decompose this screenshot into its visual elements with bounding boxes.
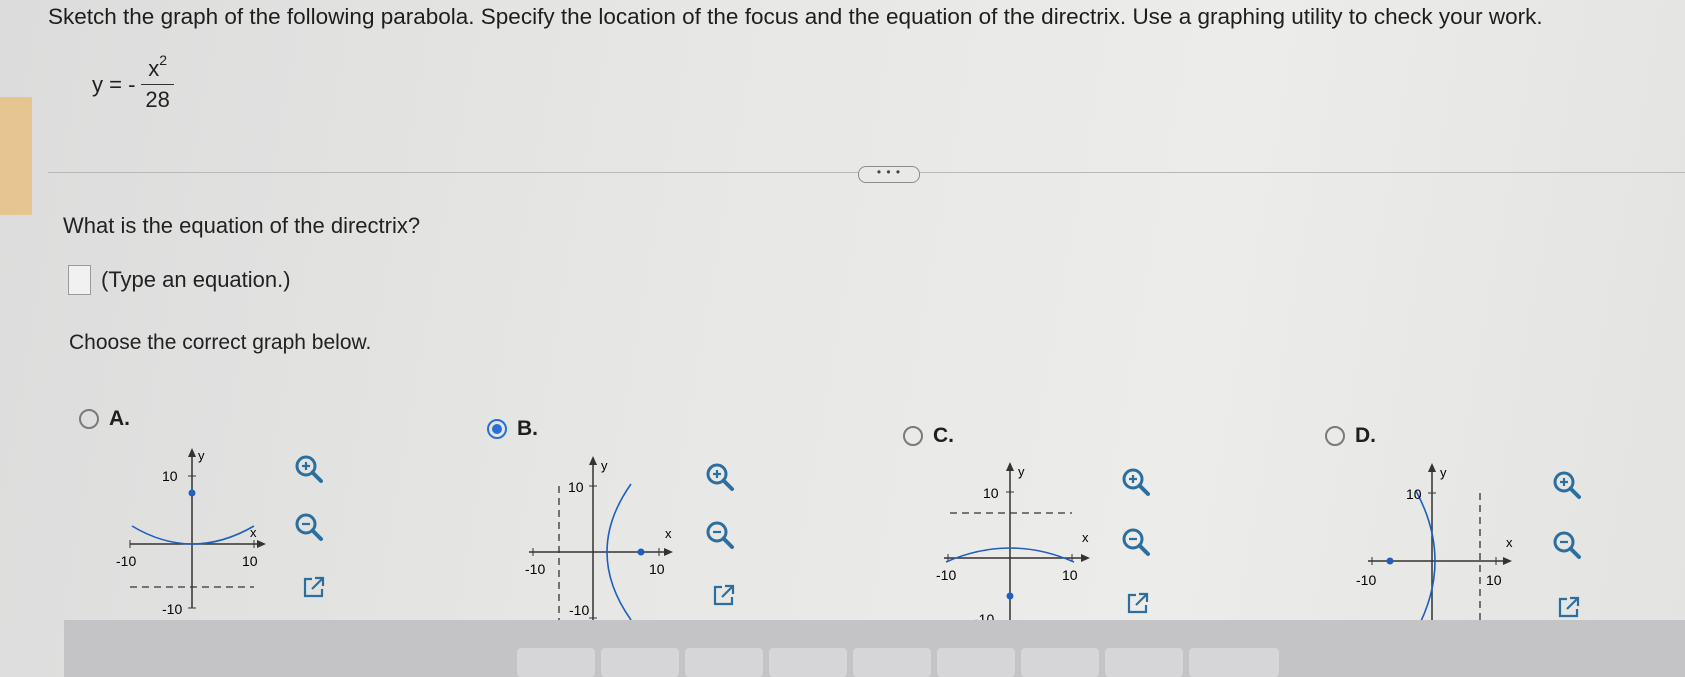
toolbar-button-4[interactable] xyxy=(769,648,847,677)
toolbar-button-3[interactable] xyxy=(685,648,763,677)
zoom-in-icon[interactable] xyxy=(1550,468,1584,502)
option-c-label: C. xyxy=(933,424,954,447)
graph-option-d: y x 10 -10 10 -10 xyxy=(1356,463,1513,634)
directrix-prompt: What is the equation of the directrix? xyxy=(63,213,421,238)
question-text: Sketch the graph of the following parabo… xyxy=(48,4,1543,29)
radio-option-d[interactable] xyxy=(1325,426,1345,446)
graph-prompt: Choose the correct graph below. xyxy=(69,331,372,354)
tick-label-x-neg: -10 xyxy=(936,567,956,583)
toolbar-button-9[interactable] xyxy=(1189,648,1279,677)
tick-label-x-neg: -10 xyxy=(1356,572,1376,588)
option-d-label: D. xyxy=(1355,424,1376,447)
tick-label-x-pos: 10 xyxy=(1062,567,1078,583)
radio-option-b[interactable] xyxy=(487,419,507,439)
zoom-out-icon[interactable] xyxy=(1119,525,1153,559)
option-b[interactable]: B. xyxy=(487,417,538,441)
zoom-in-icon[interactable] xyxy=(703,460,737,494)
axis-label-x: x xyxy=(665,526,672,541)
axis-label-y: y xyxy=(198,448,205,463)
option-c[interactable]: C. xyxy=(903,424,954,448)
option-d[interactable]: D. xyxy=(1325,424,1376,448)
toolbar-button-5[interactable] xyxy=(853,648,931,677)
axis-label-y: y xyxy=(601,458,608,473)
toolbar-button-2[interactable] xyxy=(601,648,679,677)
accent-strip xyxy=(0,97,32,215)
equation-lhs: y = - xyxy=(92,71,136,97)
zoom-in-icon[interactable] xyxy=(1119,465,1153,499)
tick-label-x-pos: 10 xyxy=(649,561,665,577)
equation-exponent: 2 xyxy=(159,52,168,68)
axis-label-x: x xyxy=(1506,535,1513,550)
zoom-in-icon[interactable] xyxy=(292,452,326,486)
radio-option-c[interactable] xyxy=(903,426,923,446)
radio-option-a[interactable] xyxy=(79,409,99,429)
axis-label-y: y xyxy=(1018,464,1025,479)
equation-numerator: x xyxy=(148,56,160,81)
zoom-out-icon[interactable] xyxy=(1550,528,1584,562)
option-a-label: A. xyxy=(109,407,130,430)
tick-label-y-pos: 10 xyxy=(568,479,584,495)
more-button[interactable]: • • • xyxy=(858,166,920,183)
answer-hint: (Type an equation.) xyxy=(101,267,291,292)
axis-label-x: x xyxy=(1082,530,1089,545)
external-link-icon[interactable] xyxy=(707,578,741,612)
toolbar-button-1[interactable] xyxy=(517,648,595,677)
equation-denominator: 28 xyxy=(141,84,174,113)
graph-option-a: y x 10 -10 10 -10 xyxy=(116,448,266,617)
axis-label-x: x xyxy=(250,525,257,540)
external-link-icon[interactable] xyxy=(1121,586,1155,620)
tick-label-y-pos: 10 xyxy=(162,468,178,484)
graph-option-c: y x 10 -10 10 -10 xyxy=(936,462,1090,627)
tick-label-x-neg: -10 xyxy=(525,561,545,577)
zoom-out-icon[interactable] xyxy=(703,518,737,552)
zoom-out-icon[interactable] xyxy=(292,510,326,544)
toolbar-button-6[interactable] xyxy=(937,648,1015,677)
tick-label-y-neg: -10 xyxy=(162,601,182,617)
parabola-equation: y = - x2 28 xyxy=(92,52,174,113)
axis-label-y: y xyxy=(1440,465,1447,480)
external-link-icon[interactable] xyxy=(297,570,331,604)
tick-label-x-neg: -10 xyxy=(116,553,136,569)
tick-label-x-pos: 10 xyxy=(1486,572,1502,588)
tick-label-y-pos: 10 xyxy=(983,485,999,501)
external-link-icon[interactable] xyxy=(1552,590,1586,624)
equation-fraction: x2 28 xyxy=(141,52,174,113)
option-b-label: B. xyxy=(517,417,538,440)
tick-label-x-pos: 10 xyxy=(242,553,258,569)
toolbar-button-8[interactable] xyxy=(1105,648,1183,677)
option-a[interactable]: A. xyxy=(79,407,130,431)
answer-row: (Type an equation.) xyxy=(68,265,291,295)
toolbar-button-7[interactable] xyxy=(1021,648,1099,677)
graph-option-b: y x 10 -10 10 -10 xyxy=(525,456,673,622)
tick-label-y-pos: 10 xyxy=(1406,486,1422,502)
directrix-answer-input[interactable] xyxy=(68,265,91,295)
tick-label-y-neg: -10 xyxy=(569,602,589,618)
